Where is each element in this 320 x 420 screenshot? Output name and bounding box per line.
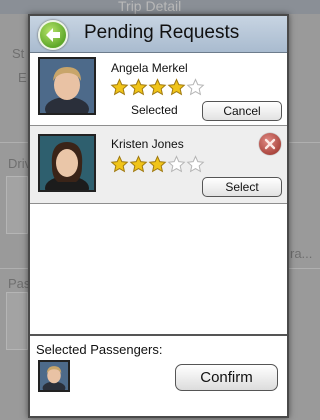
background-box [6, 176, 28, 234]
dialog-title: Pending Requests [84, 22, 240, 43]
cancel-button[interactable]: Cancel [202, 101, 282, 121]
passenger-photo [38, 134, 96, 192]
passenger-rating [110, 155, 205, 173]
pending-requests-dialog: Pending Requests Angela Merkel Selected … [28, 14, 289, 418]
selected-passenger-thumbnail[interactable] [38, 360, 70, 392]
passenger-photo [38, 57, 96, 115]
selected-passengers-footer: Selected Passengers: Confirm [30, 334, 287, 416]
confirm-button[interactable]: Confirm [175, 364, 278, 391]
star-empty-icon [167, 155, 186, 173]
star-filled-icon [148, 78, 167, 96]
close-icon [264, 138, 276, 150]
star-empty-icon [186, 78, 205, 96]
arrow-left-icon [46, 28, 60, 42]
star-filled-icon [129, 155, 148, 173]
star-filled-icon [110, 155, 129, 173]
request-list-empty-space [30, 204, 287, 336]
selected-status-label: Selected [131, 103, 178, 117]
select-button[interactable]: Select [202, 177, 282, 197]
star-filled-icon [148, 155, 167, 173]
back-button[interactable] [38, 20, 68, 50]
dialog-header: Pending Requests [30, 16, 287, 53]
background-fragment: St [12, 46, 25, 61]
background-fragment: ra... [290, 246, 313, 261]
selected-passengers-label: Selected Passengers: [36, 342, 163, 357]
passenger-name: Angela Merkel [111, 61, 188, 75]
star-filled-icon [167, 78, 186, 96]
star-empty-icon [186, 155, 205, 173]
request-row: Angela Merkel Selected Cancel [30, 53, 287, 126]
passenger-name: Kristen Jones [111, 137, 184, 151]
background-box [6, 292, 28, 350]
request-row: Kristen Jones Select [30, 126, 287, 204]
star-filled-icon [129, 78, 148, 96]
background-topbar: Trip Detail [0, 0, 320, 14]
remove-request-button[interactable] [259, 133, 281, 155]
passenger-rating [110, 78, 205, 96]
background-fragment: E [18, 70, 27, 85]
star-filled-icon [110, 78, 129, 96]
background-title: Trip Detail [118, 0, 182, 14]
